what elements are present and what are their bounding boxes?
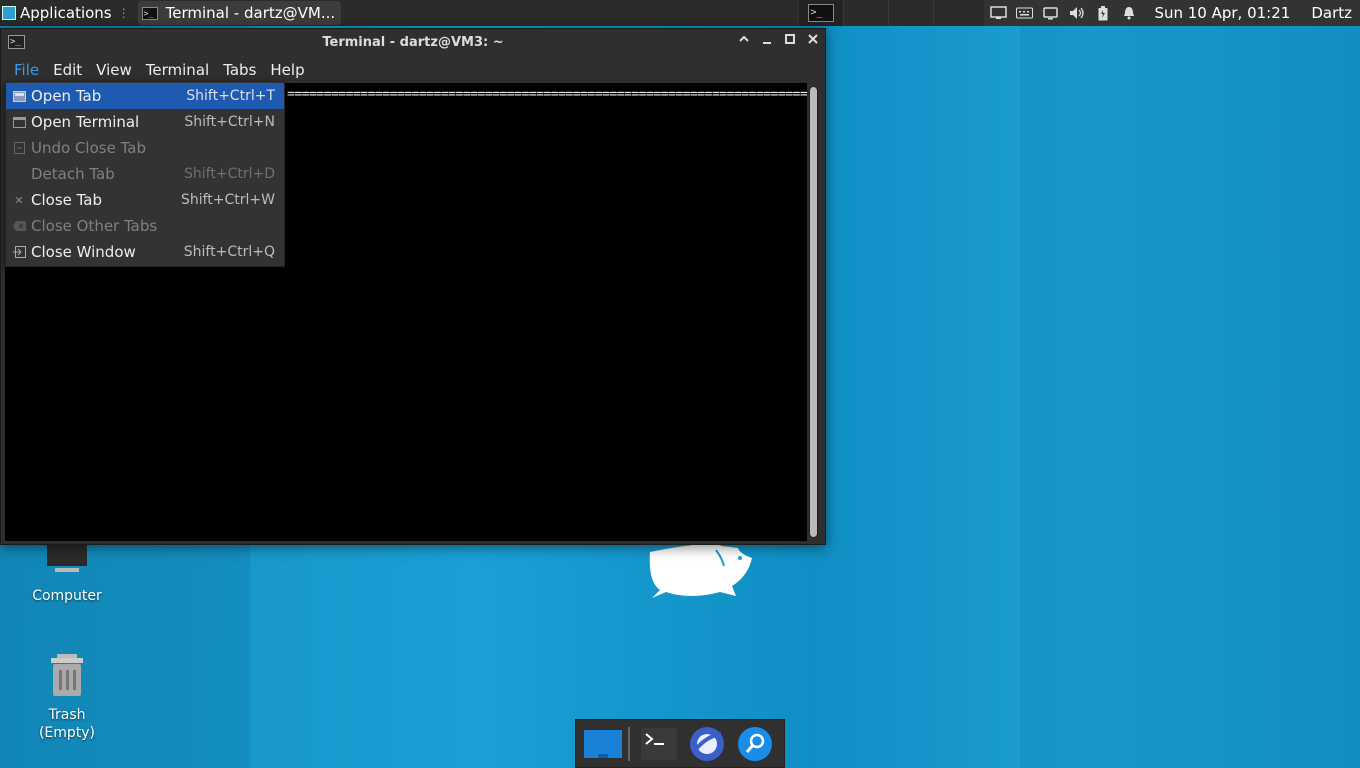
battery-icon[interactable] xyxy=(1094,5,1111,20)
panel-separator-icon: ⋮ xyxy=(117,6,130,20)
menu-item-label: Undo Close Tab xyxy=(31,139,146,157)
volume-icon[interactable] xyxy=(1068,6,1085,20)
dock-app-finder-button[interactable] xyxy=(734,723,776,765)
close-window-icon xyxy=(12,246,26,258)
applications-icon xyxy=(2,6,16,20)
menu-item-shortcut: Shift+Ctrl+Q xyxy=(183,244,275,260)
workspace-4-button[interactable] xyxy=(933,0,978,26)
menu-item-shortcut: Shift+Ctrl+T xyxy=(186,88,275,104)
desktop-icon-computer[interactable]: Computer xyxy=(22,542,112,604)
menu-item-label: Open Tab xyxy=(31,87,102,105)
trash-icon xyxy=(51,654,83,696)
close-tab-icon: ✕ xyxy=(14,193,24,207)
detach-tab-icon xyxy=(12,168,26,180)
shade-button[interactable] xyxy=(737,33,750,51)
clock[interactable]: Sun 10 Apr, 01:21 xyxy=(1154,4,1290,22)
show-desktop-icon xyxy=(584,729,622,758)
menu-item-label: Close Window xyxy=(31,243,136,261)
close-button[interactable] xyxy=(806,33,819,51)
user-menu[interactable]: Dartz xyxy=(1311,4,1352,22)
dock-show-desktop-button[interactable] xyxy=(582,723,624,765)
menu-tabs[interactable]: Tabs xyxy=(216,61,263,79)
applications-label: Applications xyxy=(20,4,112,22)
menu-terminal[interactable]: Terminal xyxy=(139,61,216,79)
menu-item-label: Close Other Tabs xyxy=(31,217,158,235)
menu-item-shortcut: Shift+Ctrl+W xyxy=(180,192,275,208)
menu-item-shortcut: Shift+Ctrl+D xyxy=(184,166,275,182)
top-panel: Applications ⋮ >_ Terminal - dartz@VM...… xyxy=(0,0,1360,26)
web-browser-icon xyxy=(690,726,724,761)
notification-bell-icon[interactable] xyxy=(1120,6,1137,20)
terminal-scrollbar[interactable] xyxy=(809,87,818,537)
taskbar-terminal-label: Terminal - dartz@VM... xyxy=(165,4,336,22)
workspace-1-button[interactable]: >_ xyxy=(798,0,844,26)
menu-item-close-other-tabs: Close Other Tabs xyxy=(6,213,284,239)
dock-separator xyxy=(628,726,630,761)
display-icon[interactable] xyxy=(1042,6,1059,20)
dock-web-browser-button[interactable] xyxy=(686,723,728,765)
desktop-icon-label: Computer xyxy=(32,588,102,604)
desktop-icon-trash[interactable]: Trash (Empty) xyxy=(22,654,112,742)
undo-close-tab-icon xyxy=(12,142,26,154)
workspace-terminal-icon: >_ xyxy=(808,4,835,22)
computer-icon xyxy=(47,542,87,572)
applications-menu-button[interactable]: Applications ⋮ xyxy=(0,0,134,26)
menu-item-close-window[interactable]: Close Window Shift+Ctrl+Q xyxy=(6,239,284,265)
menu-view[interactable]: View xyxy=(89,61,139,79)
menubar: File Edit View Terminal Tabs Help xyxy=(1,57,825,83)
system-tray: Sun 10 Apr, 01:21 Dartz xyxy=(984,0,1360,26)
menu-item-label: Close Tab xyxy=(31,191,103,209)
workspace-2-button[interactable] xyxy=(843,0,888,26)
menu-item-shortcut: Shift+Ctrl+N xyxy=(184,114,275,130)
file-dropdown-menu: Open Tab Shift+Ctrl+T Open Terminal Shif… xyxy=(5,81,285,267)
menu-help[interactable]: Help xyxy=(263,61,311,79)
app-finder-icon xyxy=(738,726,772,761)
menu-file[interactable]: File xyxy=(7,61,46,79)
network-icon[interactable] xyxy=(990,6,1008,20)
menu-item-undo-close-tab: Undo Close Tab xyxy=(6,135,284,161)
window-controls xyxy=(737,33,819,51)
maximize-button[interactable] xyxy=(783,33,796,51)
taskbar-terminal-button[interactable]: >_ Terminal - dartz@VM... xyxy=(137,1,342,25)
workspace-3-button[interactable] xyxy=(888,0,933,26)
close-other-tabs-icon xyxy=(12,220,26,232)
open-tab-icon xyxy=(12,90,26,102)
menu-edit[interactable]: Edit xyxy=(46,61,89,79)
open-terminal-icon xyxy=(12,116,26,128)
dock xyxy=(575,719,785,768)
terminal-text-line: ========================================… xyxy=(287,87,807,102)
menu-item-detach-tab: Detach Tab Shift+Ctrl+D xyxy=(6,161,284,187)
terminal-icon xyxy=(641,727,677,760)
menu-item-label: Detach Tab xyxy=(31,165,115,183)
keyboard-icon[interactable] xyxy=(1016,6,1034,20)
scrollbar-thumb[interactable] xyxy=(810,87,817,537)
desktop-icon-label: Trash (Empty) xyxy=(38,707,96,741)
menu-item-open-tab[interactable]: Open Tab Shift+Ctrl+T xyxy=(6,83,284,109)
xfce-mouse-logo xyxy=(649,544,752,598)
background-band xyxy=(1020,0,1360,768)
dock-terminal-button[interactable] xyxy=(638,723,680,765)
minimize-button[interactable] xyxy=(760,33,773,51)
window-titlebar[interactable]: >_ Terminal - dartz@VM3: ~ xyxy=(1,29,825,57)
terminal-icon: >_ xyxy=(141,6,158,20)
menu-item-label: Open Terminal xyxy=(31,113,140,131)
window-title: Terminal - dartz@VM3: ~ xyxy=(322,35,504,50)
menu-item-close-tab[interactable]: ✕ Close Tab Shift+Ctrl+W xyxy=(6,187,284,213)
menu-item-open-terminal[interactable]: Open Terminal Shift+Ctrl+N xyxy=(6,109,284,135)
